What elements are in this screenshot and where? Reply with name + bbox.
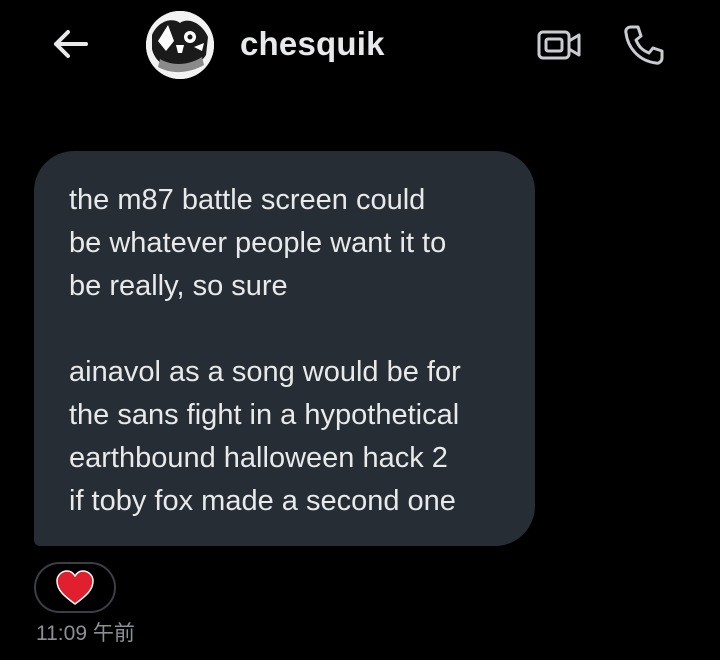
video-call-button[interactable] xyxy=(532,22,586,68)
phone-icon xyxy=(624,25,664,65)
arrow-left-icon xyxy=(54,30,88,58)
message-bubble[interactable]: the m87 battle screen could be whatever … xyxy=(34,151,535,546)
avatar[interactable] xyxy=(146,11,214,79)
voice-call-button[interactable] xyxy=(616,20,670,70)
reaction-badge[interactable] xyxy=(34,562,116,613)
conversation-header: chesquik xyxy=(0,0,720,92)
back-button[interactable] xyxy=(44,22,96,66)
video-camera-icon xyxy=(537,30,581,60)
message-paragraph: ainavol as a song would be for the sans … xyxy=(69,356,461,517)
avatar-image xyxy=(146,11,214,79)
message-paragraph: the m87 battle screen could be whatever … xyxy=(69,184,447,302)
conversation-username[interactable]: chesquik xyxy=(240,24,385,64)
message-timestamp: 11:09 午前 xyxy=(36,622,135,645)
heart-icon xyxy=(56,569,94,605)
